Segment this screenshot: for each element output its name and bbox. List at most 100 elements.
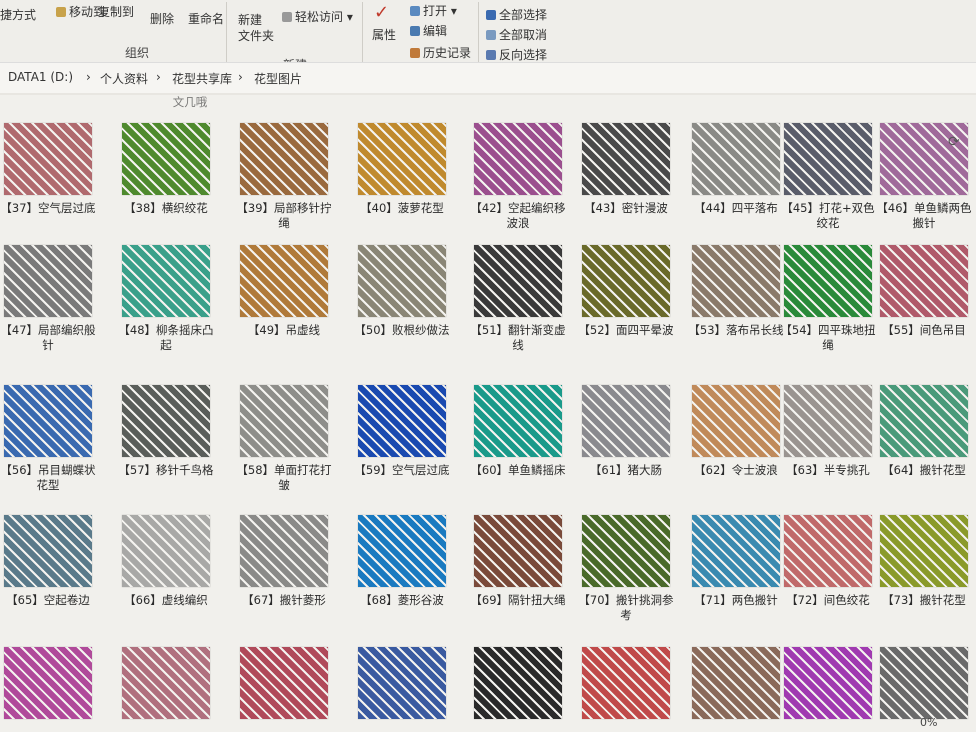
invert-selection-button[interactable]: 反向选择 — [486, 46, 547, 63]
file-name: 【38】横织绞花 — [124, 201, 208, 215]
file-name: 【59】空气层过底 — [354, 463, 450, 477]
file-thumbnail[interactable] — [880, 245, 968, 317]
file-name: 【45】打花+双色绞花 — [781, 201, 875, 230]
file-name: 【57】移针千鸟格 — [118, 463, 214, 477]
file-thumbnail[interactable] — [582, 123, 670, 195]
file-thumbnail[interactable] — [582, 647, 670, 719]
paste-shortcut-button[interactable]: 捷方式 — [0, 6, 36, 23]
file-thumbnail[interactable] — [692, 385, 780, 457]
easy-access-icon — [282, 12, 292, 22]
file-thumbnail[interactable] — [784, 245, 872, 317]
file-name: 【72】间色绞花 — [786, 593, 870, 607]
file-thumbnail[interactable] — [474, 385, 562, 457]
file-thumbnail[interactable] — [4, 385, 92, 457]
file-thumbnail[interactable] — [784, 385, 872, 457]
new-folder-button[interactable]: 新建 文件夹 — [238, 12, 274, 44]
file-thumbnail[interactable] — [358, 385, 446, 457]
file-name: 【63】半专挑孔 — [786, 463, 870, 477]
file-thumbnail[interactable] — [240, 123, 328, 195]
file-thumbnail[interactable] — [122, 123, 210, 195]
organize-group-label: 组织 — [125, 46, 150, 60]
easy-access-button[interactable]: 轻松访问 ▾ — [282, 8, 353, 25]
file-thumbnail[interactable] — [474, 123, 562, 195]
file-thumbnail[interactable] — [240, 385, 328, 457]
file-thumbnail[interactable] — [358, 245, 446, 317]
select-none-button[interactable]: 全部取消 — [486, 26, 547, 43]
file-name: 【43】密针漫波 — [584, 201, 668, 215]
file-thumbnail[interactable] — [692, 515, 780, 587]
edit-button[interactable]: 编辑 — [410, 22, 447, 39]
file-name: 【64】搬针花型 — [882, 463, 966, 477]
address-bar[interactable]: DATA1 (D:) › 个人资料 › 花型共享库 › 花型图片 — [0, 62, 976, 93]
breadcrumb-drive[interactable]: DATA1 (D:) — [8, 70, 73, 84]
file-thumbnail[interactable] — [358, 647, 446, 719]
file-name: 【71】两色搬针 — [694, 593, 778, 607]
file-name: 【51】翻针渐变虚线 — [470, 323, 566, 352]
select-none-icon — [486, 30, 496, 40]
file-thumbnail[interactable] — [122, 515, 210, 587]
file-name: 【66】虚线编织 — [124, 593, 208, 607]
file-thumbnail[interactable] — [474, 647, 562, 719]
file-thumbnail[interactable] — [4, 123, 92, 195]
file-thumbnail[interactable] — [240, 515, 328, 587]
file-name: 【54】四平珠地扭绳 — [780, 323, 876, 352]
chevron-right-icon: › — [86, 70, 91, 84]
file-thumbnail[interactable] — [582, 515, 670, 587]
breadcrumb-folder[interactable]: 花型共享库 — [172, 70, 232, 87]
file-name: 【49】吊虚线 — [247, 323, 321, 337]
file-thumbnail[interactable] — [4, 245, 92, 317]
properties-button[interactable]: 属性 — [372, 26, 396, 43]
file-thumbnail[interactable] — [880, 647, 968, 719]
breadcrumb-current[interactable]: 花型图片 — [254, 70, 302, 87]
file-name: 【69】隔针扭大绳 — [470, 593, 566, 607]
file-name: 【40】菠萝花型 — [360, 201, 444, 215]
status-percent: 0% — [920, 716, 938, 729]
file-thumbnail[interactable] — [692, 647, 780, 719]
file-thumbnail[interactable] — [692, 245, 780, 317]
file-thumbnail[interactable] — [880, 515, 968, 587]
file-thumbnail[interactable] — [582, 385, 670, 457]
file-name: 【58】单面打花打皱 — [236, 463, 332, 492]
history-icon — [410, 48, 420, 58]
file-thumbnail[interactable] — [122, 647, 210, 719]
file-thumbnail[interactable] — [784, 647, 872, 719]
file-name: 【48】柳条摇床凸起 — [118, 323, 214, 352]
file-thumbnail[interactable] — [4, 647, 92, 719]
move-icon — [56, 7, 66, 17]
file-thumbnail[interactable] — [880, 385, 968, 457]
file-name: 【65】空起卷边 — [6, 593, 90, 607]
select-all-icon — [486, 10, 496, 20]
file-thumbnail[interactable] — [784, 123, 872, 195]
copy-to-button[interactable]: 复制到 — [98, 3, 134, 20]
open-button[interactable]: 打开 ▾ — [410, 2, 457, 19]
open-icon — [410, 6, 420, 16]
file-name: 【50】败根纱做法 — [354, 323, 450, 337]
file-name: 【73】搬针花型 — [882, 593, 966, 607]
file-name: 【37】空气层过底 — [0, 201, 96, 215]
file-thumbnail[interactable] — [122, 245, 210, 317]
invert-selection-icon — [486, 50, 496, 60]
file-name: 【67】搬针菱形 — [242, 593, 326, 607]
file-name: 【61】猪大肠 — [589, 463, 663, 477]
select-all-button[interactable]: 全部选择 — [486, 6, 547, 23]
edit-icon — [410, 26, 420, 36]
history-button[interactable]: 历史记录 — [410, 44, 471, 61]
delete-button[interactable]: 删除 — [150, 10, 174, 27]
file-thumbnail[interactable] — [474, 245, 562, 317]
rename-button[interactable]: 重命名 — [188, 10, 224, 27]
file-thumbnail[interactable] — [358, 123, 446, 195]
file-thumbnail[interactable] — [582, 245, 670, 317]
breadcrumb-folder[interactable]: 个人资料 — [100, 70, 148, 87]
file-name: 【47】局部编织般针 — [0, 323, 96, 352]
refresh-icon[interactable]: ⟳ — [948, 134, 960, 150]
file-thumbnail[interactable] — [358, 515, 446, 587]
file-thumbnail[interactable] — [122, 385, 210, 457]
file-thumbnail[interactable] — [784, 515, 872, 587]
file-thumbnail[interactable] — [240, 245, 328, 317]
file-name: 【62】令士波浪 — [694, 463, 778, 477]
file-thumbnail[interactable] — [4, 515, 92, 587]
file-thumbnail[interactable] — [240, 647, 328, 719]
file-name: 【60】单鱼鳞摇床 — [470, 463, 566, 477]
file-thumbnail[interactable] — [474, 515, 562, 587]
file-thumbnail[interactable] — [692, 123, 780, 195]
